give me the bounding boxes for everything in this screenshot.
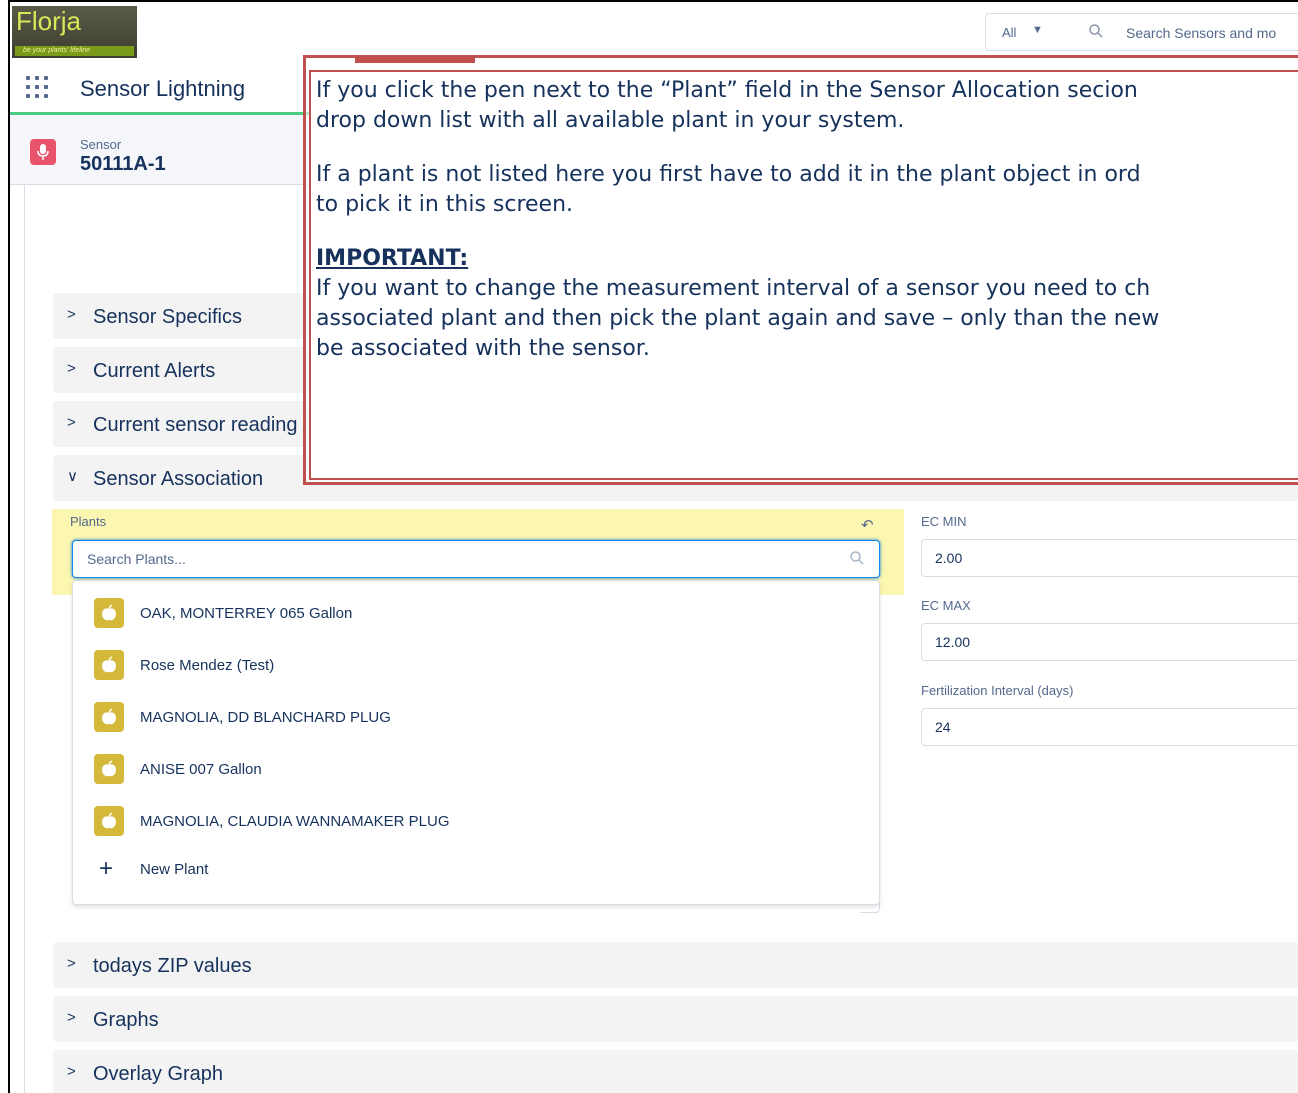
plants-search-input[interactable]: Search Plants... xyxy=(72,540,880,578)
callout-line: If you click the pen next to the “Plant”… xyxy=(316,78,1138,103)
search-icon xyxy=(849,550,865,569)
plus-icon: + xyxy=(99,855,114,882)
lookup-result-label: ANISE 007 Gallon xyxy=(140,761,262,778)
undo-icon[interactable]: ↶ xyxy=(861,516,874,534)
lookup-result-item[interactable]: MAGNOLIA, CLAUDIA WANNAMAKER PLUG xyxy=(73,799,879,843)
fertilization-interval-input[interactable]: 24 xyxy=(921,708,1298,746)
search-scope-label: All xyxy=(1002,25,1017,40)
record-type-label: Sensor xyxy=(80,137,122,152)
callout-pointer xyxy=(355,55,475,63)
fertilization-interval-value: 24 xyxy=(935,719,951,735)
plants-field-label: Plants xyxy=(70,514,107,529)
chevron-down-icon: ∨ xyxy=(67,468,78,485)
section-title: Sensor Association xyxy=(93,468,264,490)
callout-line: If a plant is not listed here you first … xyxy=(316,162,1141,187)
caret-down-icon: ▼ xyxy=(1032,24,1043,36)
callout-line: drop down list with all available plant … xyxy=(316,108,905,133)
section-title: Current sensor reading xyxy=(93,414,298,436)
chevron-right-icon: > xyxy=(67,360,76,377)
ec-min-label: EC MIN xyxy=(921,514,967,529)
lookup-result-label: OAK, MONTERREY 065 Gallon xyxy=(140,605,353,622)
lookup-result-label: MAGNOLIA, DD BLANCHARD PLUG xyxy=(140,709,391,726)
chevron-right-icon: > xyxy=(67,414,76,431)
fertilization-interval-label: Fertilization Interval (days) xyxy=(921,683,1074,698)
plants-search-placeholder: Search Plants... xyxy=(87,551,186,567)
app-launcher-icon[interactable] xyxy=(26,76,52,102)
lookup-result-label: MAGNOLIA, CLAUDIA WANNAMAKER PLUG xyxy=(140,813,450,830)
plant-icon xyxy=(94,650,124,680)
app-name: Sensor Lightning xyxy=(80,76,246,101)
plant-icon xyxy=(94,702,124,732)
callout-line: to pick it in this screen. xyxy=(316,192,574,217)
ec-min-input[interactable]: 2.00 xyxy=(921,539,1298,577)
callout-line: be associated with the sensor. xyxy=(316,336,650,361)
logo-text: Florja xyxy=(16,6,82,36)
callout-heading: IMPORTANT: xyxy=(316,246,469,271)
plant-icon xyxy=(94,598,124,628)
ec-max-label: EC MAX xyxy=(921,598,971,613)
chevron-right-icon: > xyxy=(67,1009,76,1026)
logo-tagline: be your plants' lifeline xyxy=(15,46,134,56)
plant-icon xyxy=(94,754,124,784)
section-title: Overlay Graph xyxy=(93,1063,224,1085)
florja-logo[interactable]: Florja be your plants' lifeline xyxy=(12,6,137,58)
content-divider xyxy=(24,185,25,1093)
new-plant-label: New Plant xyxy=(140,861,209,878)
ec-max-value: 12.00 xyxy=(935,634,971,650)
section-todays-zip-values[interactable]: > todays ZIP values xyxy=(53,942,1298,988)
callout-line: associated plant and then pick the plant… xyxy=(316,306,1160,331)
new-plant-option[interactable]: + New Plant xyxy=(73,847,879,891)
frame-top-border xyxy=(8,0,1298,2)
chevron-right-icon: > xyxy=(67,306,76,323)
section-title: Current Alerts xyxy=(93,360,216,382)
section-title: todays ZIP values xyxy=(93,955,252,977)
sensor-record-icon xyxy=(30,139,56,165)
search-icon xyxy=(1088,23,1104,42)
lookup-result-item[interactable]: ANISE 007 Gallon xyxy=(73,747,879,791)
lookup-result-item[interactable]: Rose Mendez (Test) xyxy=(73,643,879,687)
annotation-callout: If you click the pen next to the “Plant”… xyxy=(309,70,1298,480)
callout-line: If you want to change the measurement in… xyxy=(316,276,1151,301)
global-search-placeholder: Search Sensors and mo xyxy=(1126,25,1277,41)
section-graphs[interactable]: > Graphs xyxy=(53,996,1298,1042)
callout-text: If you click the pen next to the “Plant”… xyxy=(316,76,1159,364)
lookup-result-item[interactable]: OAK, MONTERREY 065 Gallon xyxy=(73,591,879,635)
ec-min-value: 2.00 xyxy=(935,550,963,566)
lookup-result-item[interactable]: MAGNOLIA, DD BLANCHARD PLUG xyxy=(73,695,879,739)
global-search-input[interactable]: Search Sensors and mo xyxy=(1058,13,1298,51)
chevron-right-icon: > xyxy=(67,955,76,972)
lookup-result-label: Rose Mendez (Test) xyxy=(140,657,275,674)
search-scope-select[interactable]: All ▼ xyxy=(985,13,1059,51)
section-title: Sensor Specifics xyxy=(93,306,242,328)
record-name: 50111A-1 xyxy=(80,153,166,175)
section-title: Graphs xyxy=(93,1009,159,1031)
section-overlay-graph[interactable]: > Overlay Graph xyxy=(53,1050,1298,1093)
plant-icon xyxy=(94,806,124,836)
plants-lookup-dropdown: OAK, MONTERREY 065 Gallon Rose Mendez (T… xyxy=(72,580,880,905)
chevron-right-icon: > xyxy=(67,1063,76,1080)
ec-max-input[interactable]: 12.00 xyxy=(921,623,1298,661)
